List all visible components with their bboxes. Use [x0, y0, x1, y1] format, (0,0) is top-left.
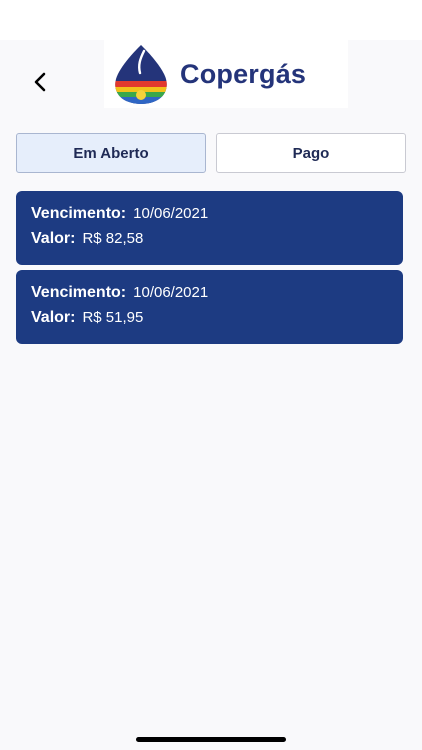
due-label: Vencimento:	[31, 284, 127, 301]
tab-bar: Em Aberto Pago	[16, 133, 406, 173]
amount-label: Valor:	[31, 309, 76, 326]
home-indicator	[136, 737, 286, 742]
due-date: 10/06/2021	[133, 205, 209, 222]
amount-row: Valor: R$ 82,58	[31, 230, 403, 255]
bill-card[interactable]: Vencimento: 10/06/2021 Valor: R$ 82,58	[16, 191, 403, 265]
header: Copergás	[0, 40, 422, 120]
status-bar	[0, 0, 422, 40]
brand-name: Copergás	[180, 58, 307, 89]
flame-drop-icon	[115, 45, 167, 104]
amount-row: Valor: R$ 51,95	[31, 309, 403, 334]
amount-value: R$ 51,95	[82, 309, 144, 326]
tab-pago[interactable]: Pago	[216, 133, 406, 173]
tab-em-aberto[interactable]: Em Aberto	[16, 133, 206, 173]
chevron-left-icon	[34, 72, 46, 92]
amount-value: R$ 82,58	[82, 230, 144, 247]
due-label: Vencimento:	[31, 205, 127, 222]
amount-label: Valor:	[31, 230, 76, 247]
due-date: 10/06/2021	[133, 284, 209, 301]
back-button[interactable]	[26, 68, 54, 96]
bill-card[interactable]: Vencimento: 10/06/2021 Valor: R$ 51,95	[16, 270, 403, 344]
brand-logo: Copergás	[104, 40, 348, 108]
due-row: Vencimento: 10/06/2021	[31, 284, 403, 309]
screen: Copergás Em Aberto Pago Vencimento: 10/0…	[0, 0, 422, 750]
due-row: Vencimento: 10/06/2021	[31, 205, 403, 230]
